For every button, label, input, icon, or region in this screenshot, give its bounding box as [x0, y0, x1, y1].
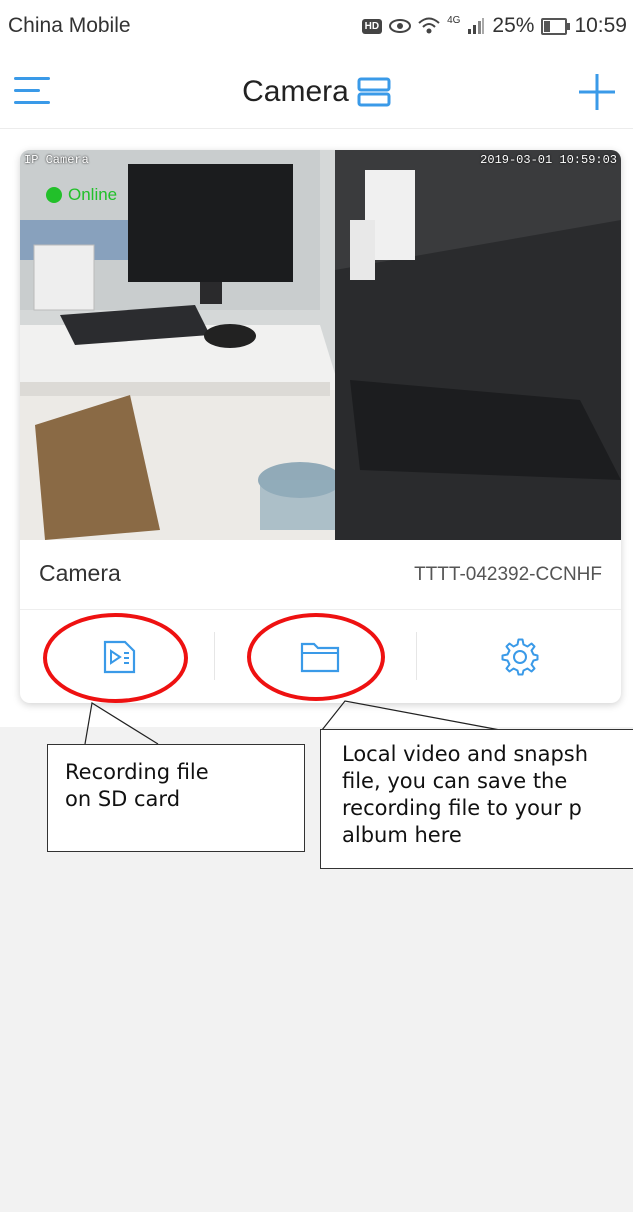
- osd-camera-label: IP Camera: [24, 153, 89, 167]
- camera-preview[interactable]: IP Camera 2019-03-01 10:59:03 Online: [20, 150, 621, 540]
- signal-icon: [468, 18, 485, 34]
- status-bar: China Mobile HD 4G 25% 10:59: [0, 0, 633, 52]
- osd-timestamp: 2019-03-01 10:59:03: [480, 153, 617, 167]
- status-icons: HD 4G 25% 10:59: [361, 14, 627, 38]
- camera-name: Camera: [39, 560, 121, 586]
- callout-local-line: Local video and snapsh: [342, 742, 589, 766]
- action-divider: [416, 632, 417, 680]
- highlight-ring-local: [247, 613, 385, 701]
- settings-button[interactable]: [420, 610, 620, 703]
- eye-icon: [389, 19, 412, 33]
- battery-icon: [541, 17, 571, 35]
- app-header: Camera: [0, 52, 633, 129]
- clock: 10:59: [574, 14, 627, 37]
- battery-percent: 25%: [492, 14, 535, 37]
- online-label: Online: [68, 185, 118, 204]
- gear-icon: [501, 638, 539, 675]
- split-view-icon[interactable]: [357, 77, 391, 107]
- camera-scene: [20, 150, 621, 540]
- highlight-ring-recording: [43, 613, 188, 703]
- plus-icon[interactable]: [577, 72, 617, 112]
- callout-local: Local video and snapsh file, you can sav…: [320, 729, 633, 869]
- callout-recording: Recording file on SD card: [47, 744, 305, 852]
- camera-info-row: Camera TTTT-042392-CCNHF: [20, 540, 621, 610]
- callout-local-line: file, you can save the: [342, 769, 568, 793]
- page-title: Camera: [242, 75, 349, 108]
- hd-badge: HD: [361, 18, 383, 34]
- network-type: 4G: [447, 14, 461, 26]
- camera-device-id: TTTT-042392-CCNHF: [414, 564, 602, 585]
- status-badge: Online: [46, 185, 117, 205]
- callout-recording-line: Recording file: [65, 760, 209, 784]
- action-divider: [214, 632, 215, 680]
- wifi-icon: [418, 17, 440, 34]
- carrier-label: China Mobile: [8, 14, 131, 37]
- online-dot-icon: [46, 187, 62, 203]
- callout-local-line: album here: [342, 823, 462, 847]
- callout-local-line: recording file to your p: [342, 796, 582, 820]
- header-title-group: Camera: [0, 72, 633, 112]
- callout-recording-line: on SD card: [65, 787, 181, 811]
